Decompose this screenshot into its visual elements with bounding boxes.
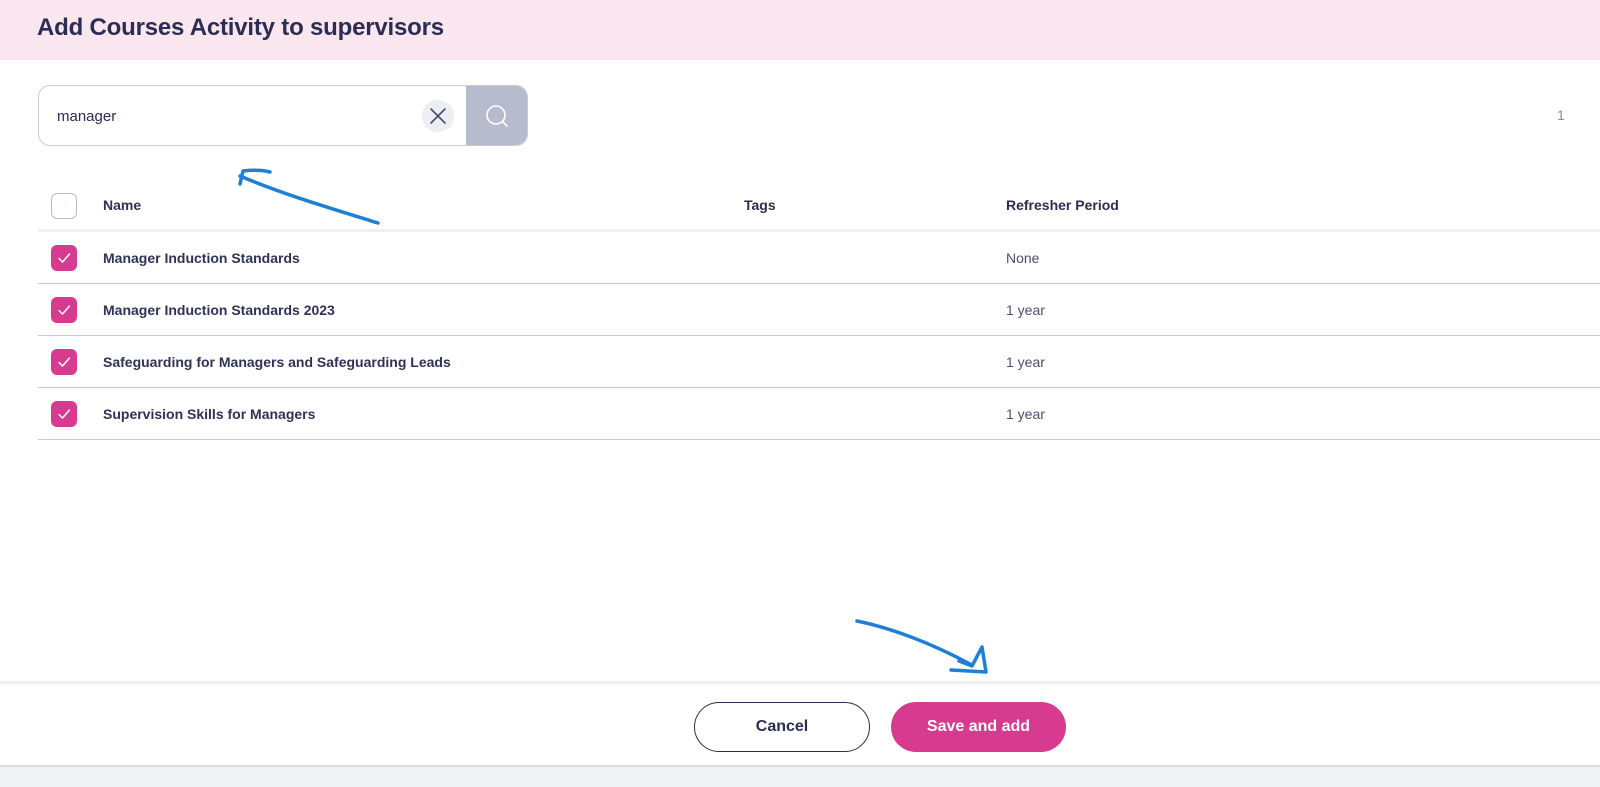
- course-name: Supervision Skills for Managers: [103, 405, 316, 422]
- table-row[interactable]: Manager Induction Standards None: [38, 232, 1600, 284]
- save-and-add-button[interactable]: Save and add: [891, 702, 1066, 752]
- table-row[interactable]: Supervision Skills for Managers 1 year: [38, 388, 1600, 440]
- check-icon: [58, 409, 71, 419]
- course-name: Manager Induction Standards: [103, 249, 300, 266]
- window-bottom-edge: [0, 765, 1600, 787]
- table-header-row: Name Tags Refresher Period: [38, 180, 1600, 232]
- annotation-arrow-save: [855, 619, 988, 674]
- page-indicator: 1: [1557, 107, 1565, 123]
- search-button[interactable]: [466, 86, 527, 145]
- table-row[interactable]: Manager Induction Standards 2023 1 year: [38, 284, 1600, 336]
- refresher-period: None: [1006, 249, 1040, 266]
- course-name: Manager Induction Standards 2023: [103, 301, 335, 318]
- course-name: Safeguarding for Managers and Safeguardi…: [103, 353, 451, 370]
- clear-search-button[interactable]: [422, 100, 454, 132]
- refresher-period: 1 year: [1006, 405, 1045, 422]
- dialog: Add Courses Activity to supervisors 1 Na…: [0, 0, 1600, 787]
- column-header-name[interactable]: Name: [103, 180, 141, 229]
- select-all-checkbox[interactable]: [51, 193, 77, 219]
- row-checkbox[interactable]: [51, 349, 77, 375]
- row-checkbox[interactable]: [51, 401, 77, 427]
- refresher-period: 1 year: [1006, 353, 1045, 370]
- check-icon: [58, 253, 71, 263]
- close-icon: [430, 108, 446, 124]
- cancel-button[interactable]: Cancel: [694, 702, 870, 752]
- search-box: [38, 85, 528, 146]
- dialog-header: Add Courses Activity to supervisors: [0, 0, 1600, 60]
- column-header-tags[interactable]: Tags: [744, 180, 776, 229]
- page-title: Add Courses Activity to supervisors: [37, 14, 444, 41]
- refresher-period: 1 year: [1006, 301, 1045, 318]
- dialog-footer: Cancel Save and add: [0, 681, 1600, 767]
- search-icon: [485, 104, 508, 127]
- check-icon: [58, 357, 71, 367]
- row-checkbox[interactable]: [51, 297, 77, 323]
- search-input[interactable]: [57, 102, 417, 130]
- table-row[interactable]: Safeguarding for Managers and Safeguardi…: [38, 336, 1600, 388]
- courses-table: Name Tags Refresher Period Manager Induc…: [38, 180, 1600, 440]
- column-header-refresher-period[interactable]: Refresher Period: [1006, 180, 1119, 229]
- check-icon: [58, 305, 71, 315]
- row-checkbox[interactable]: [51, 245, 77, 271]
